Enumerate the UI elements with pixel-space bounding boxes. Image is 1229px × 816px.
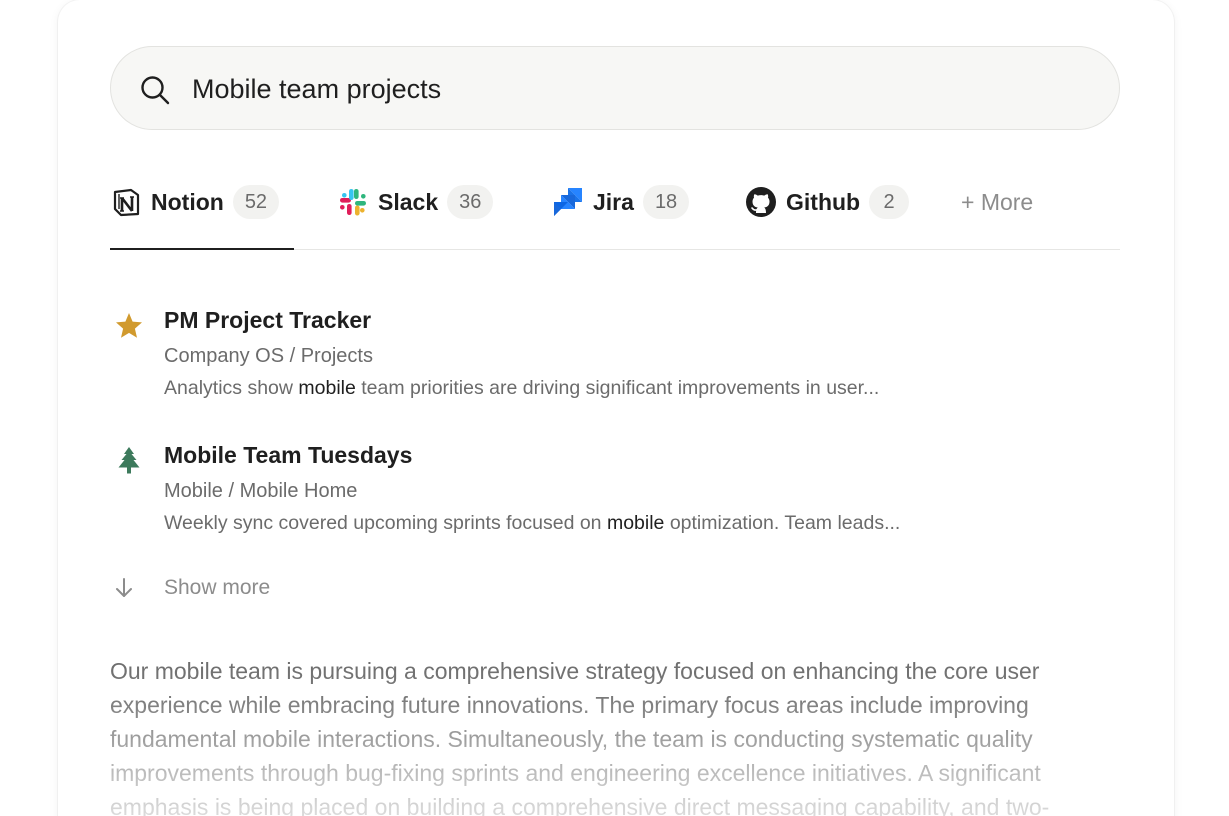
search-input[interactable] [192, 67, 1092, 111]
tab-github[interactable]: Github 2 [745, 184, 910, 220]
result-item[interactable]: Mobile Team Tuesdays Mobile / Mobile Hom… [110, 442, 1110, 542]
search-results-card: Notion 52 Slack 36 [58, 0, 1174, 816]
tab-more-label: + More [961, 188, 1034, 215]
jira-icon [552, 186, 584, 218]
show-more-button[interactable]: Show more [110, 574, 270, 602]
result-path: Mobile / Mobile Home [164, 480, 358, 502]
tab-notion[interactable]: Notion 52 [110, 184, 280, 220]
result-path: Company OS / Projects [164, 345, 373, 367]
result-title: Mobile Team Tuesdays [164, 442, 413, 468]
source-tabs: Notion 52 Slack 36 Jira 18 Github 2 + Mo… [110, 176, 1120, 250]
tab-count-badge: 52 [232, 185, 280, 219]
search-icon [141, 76, 170, 105]
show-more-label: Show more [164, 576, 271, 599]
tab-count-badge: 36 [447, 185, 494, 219]
tab-count-badge: 2 [869, 185, 910, 219]
search-bar[interactable] [110, 46, 1120, 130]
answer-summary: Our mobile team is pursuing a comprehens… [110, 654, 1120, 816]
snippet-highlight: mobile [606, 512, 665, 534]
tab-more[interactable]: + More [961, 184, 1033, 220]
snippet-highlight: mobile [298, 377, 356, 399]
result-snippet: Analytics show mobile team priorities ar… [164, 377, 880, 399]
answer-line: improvements through bug-fixing sprints … [110, 760, 1041, 786]
tab-label: Jira [593, 188, 634, 215]
tab-label: Slack [378, 188, 439, 215]
tab-slack[interactable]: Slack 36 [337, 184, 494, 220]
result-snippet: Weekly sync covered upcoming sprints foc… [164, 512, 901, 534]
arrow-down-icon [116, 578, 132, 597]
notion-icon [110, 186, 142, 218]
tree-icon [118, 447, 140, 474]
tab-label: Github [786, 188, 861, 215]
answer-line: Our mobile team is pursuing a comprehens… [110, 658, 1040, 684]
active-tab-indicator [110, 248, 294, 250]
tab-count-badge: 18 [642, 185, 690, 219]
answer-line: experience while embracing future innova… [110, 692, 1029, 718]
tab-label: Notion [151, 188, 224, 215]
answer-line: fundamental mobile interactions. Simulta… [110, 726, 1033, 752]
answer-line: emphasis is being placed on building a c… [110, 794, 1050, 816]
github-icon [745, 186, 777, 218]
slack-icon [337, 186, 369, 218]
star-icon [116, 313, 142, 338]
result-title: PM Project Tracker [164, 307, 372, 333]
tab-jira[interactable]: Jira 18 [552, 184, 690, 220]
result-item[interactable]: PM Project Tracker Company OS / Projects… [110, 307, 1110, 407]
